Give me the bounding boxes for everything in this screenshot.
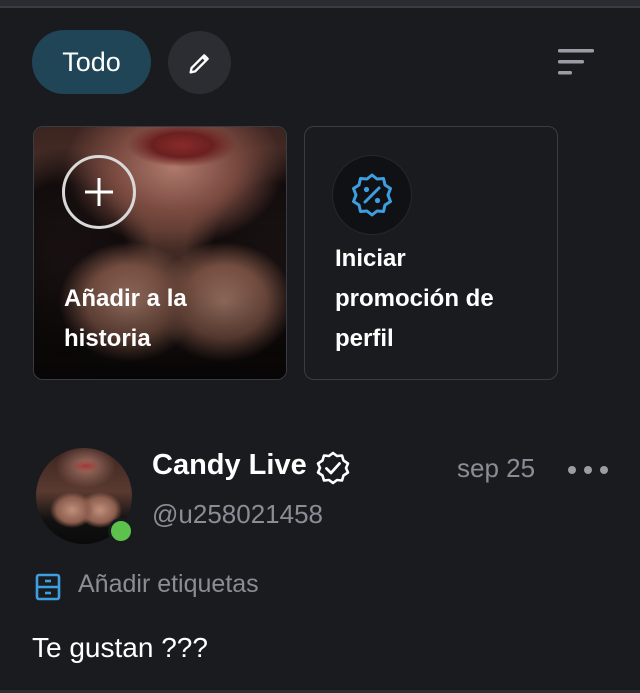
author-handle: @u258021458 <box>152 499 323 529</box>
promo-icon-circle <box>332 155 412 235</box>
divider <box>0 6 640 8</box>
promo-label-1: Iniciar <box>335 245 406 272</box>
plus-icon <box>85 178 113 206</box>
more-dot <box>584 466 592 474</box>
post-date: sep 25 <box>457 453 536 483</box>
promo-label-2: promoción de <box>335 285 494 312</box>
add-story-button[interactable] <box>62 155 136 229</box>
add-story-label-2: historia <box>64 325 151 352</box>
sort-button[interactable] <box>548 40 604 84</box>
add-story-card[interactable]: Añadir a la historia <box>33 126 287 380</box>
more-dot <box>568 466 576 474</box>
author-avatar[interactable] <box>36 448 134 544</box>
verified-badge-icon <box>316 451 350 485</box>
pencil-icon <box>189 53 209 74</box>
post-text: Te gustan ??? <box>32 632 208 663</box>
add-tags-button[interactable]: Añadir etiquetas <box>78 570 259 599</box>
filter-chip-todo[interactable]: Todo <box>32 30 151 94</box>
discount-badge-icon <box>352 173 392 217</box>
filter-chip-label: Todo <box>62 46 121 77</box>
tag-drawer-icon <box>35 573 61 601</box>
edit-filters-button[interactable] <box>168 31 231 94</box>
sort-lines-icon <box>558 49 594 75</box>
more-options-button[interactable] <box>568 456 608 484</box>
online-status-dot <box>108 518 134 544</box>
promo-label-3: perfil <box>335 325 394 352</box>
add-story-label-1: Añadir a la <box>64 285 187 312</box>
author-name[interactable]: Candy Live <box>152 449 307 482</box>
profile-promotion-card[interactable]: Iniciar promoción de perfil <box>304 126 558 380</box>
more-dot <box>600 466 608 474</box>
